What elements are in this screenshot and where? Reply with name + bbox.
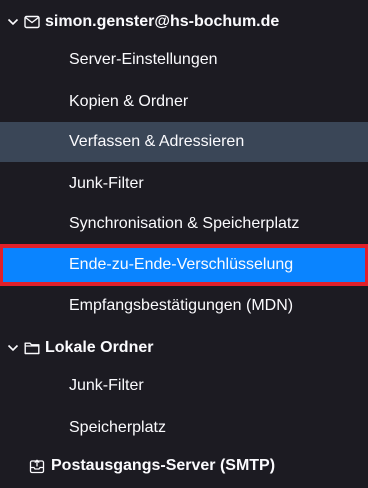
tree-item-ende-zu-ende-verschluesselung[interactable]: Ende-zu-Ende-Verschlüsselung xyxy=(0,244,368,286)
tree-item-empfangsbestaetigungen[interactable]: Empfangsbestätigungen (MDN) xyxy=(0,286,368,326)
smtp-server-row[interactable]: Postausgangs-Server (SMTP) xyxy=(0,446,368,486)
tree-item-junk-filter[interactable]: Junk-Filter xyxy=(0,164,368,204)
tree-item-label: Kopien & Ordner xyxy=(69,93,189,110)
tree-item-kopien-ordner[interactable]: Kopien & Ordner xyxy=(0,82,368,122)
tree-item-label: Server-Einstellungen xyxy=(69,51,218,68)
tree-item-label: Ende-zu-Ende-Verschlüsselung xyxy=(69,256,294,273)
tree-item-junk-filter-local[interactable]: Junk-Filter xyxy=(0,366,368,406)
chevron-down-icon[interactable] xyxy=(5,14,21,30)
tree-item-server-einstellungen[interactable]: Server-Einstellungen xyxy=(0,40,368,80)
account-name: simon.genster@hs-bochum.de xyxy=(45,13,280,30)
account-name: Lokale Ordner xyxy=(45,339,154,356)
account-row-simon-genster[interactable]: simon.genster@hs-bochum.de xyxy=(0,2,368,42)
tree-item-label: Verfassen & Adressieren xyxy=(69,133,245,150)
tree-item-label: Empfangsbestätigungen (MDN) xyxy=(69,297,294,314)
tree-item-synchronisation-speicherplatz[interactable]: Synchronisation & Speicherplatz xyxy=(0,204,368,244)
mail-icon xyxy=(23,13,41,31)
tree-item-label: Speicherplatz xyxy=(69,419,166,436)
account-settings-tree: simon.genster@hs-bochum.de Server-Einste… xyxy=(0,0,368,488)
account-row-lokale-ordner[interactable]: Lokale Ordner xyxy=(0,328,368,368)
outgoing-server-icon xyxy=(28,457,46,475)
tree-item-label: Junk-Filter xyxy=(69,377,144,394)
tree-item-speicherplatz[interactable]: Speicherplatz xyxy=(0,408,368,448)
smtp-label: Postausgangs-Server (SMTP) xyxy=(51,457,276,474)
tree-item-verfassen-adressieren[interactable]: Verfassen & Adressieren xyxy=(0,122,368,162)
tree-item-label: Junk-Filter xyxy=(69,175,144,192)
folder-icon xyxy=(23,339,41,357)
chevron-down-icon[interactable] xyxy=(5,340,21,356)
tree-item-label: Synchronisation & Speicherplatz xyxy=(69,215,300,232)
